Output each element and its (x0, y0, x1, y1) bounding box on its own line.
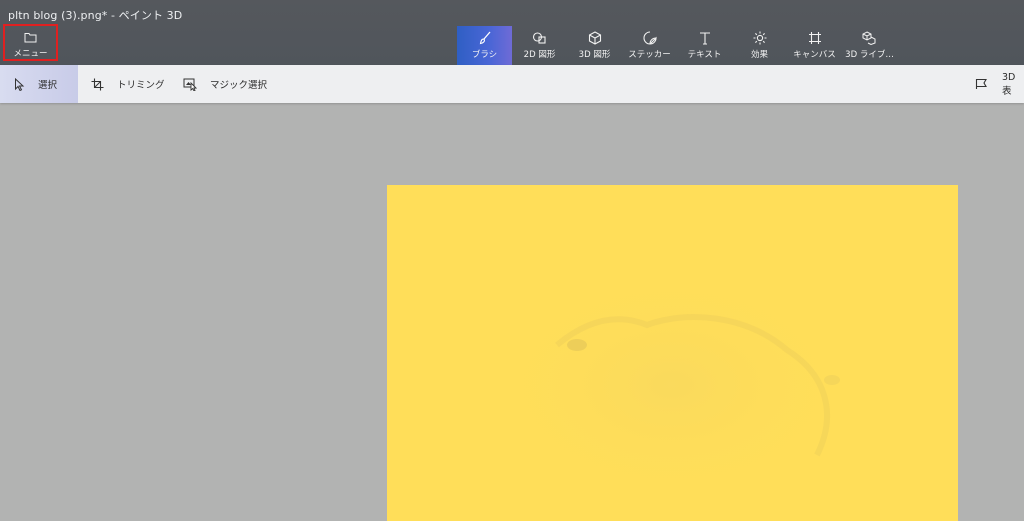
tool-text[interactable]: テキスト (677, 26, 732, 65)
title-bar: pltn blog (3).png* - ペイント 3D メニュー ブラシ 2D… (0, 0, 1024, 65)
magic-select-icon (183, 78, 197, 91)
magic-select-button[interactable]: マジック選択 (183, 65, 267, 103)
crop-icon (91, 78, 104, 91)
tool-stickers-label: ステッカー (628, 50, 671, 60)
canvas-faint-artwork (482, 265, 862, 505)
tool-2d-shapes[interactable]: 2D 図形 (512, 26, 567, 65)
tool-text-label: テキスト (687, 50, 722, 60)
select-button[interactable]: 選択 (0, 65, 78, 103)
magic-select-label: マジック選択 (210, 80, 268, 91)
sub-toolbar: 選択 トリミング マジック選択 3D 表 (0, 65, 1024, 103)
tool-effects[interactable]: 効果 (732, 26, 787, 65)
tool-brush-label: ブラシ (471, 50, 498, 60)
menu-label: メニュー (13, 49, 48, 59)
view-3d-button[interactable]: 3D 表 (975, 65, 1024, 103)
main-toolbar: ブラシ 2D 図形 3D 図形 ステッカー テキスト 効果 キャンバス 3D ラ… (457, 26, 897, 65)
tool-3d-shapes-label: 3D 図形 (578, 50, 611, 60)
tool-2d-shapes-label: 2D 図形 (523, 50, 556, 60)
brush-icon (478, 31, 492, 45)
text-icon (698, 31, 712, 45)
tool-3d-library-label: 3D ライブ… (845, 50, 894, 60)
tool-canvas-label: キャンバス (793, 50, 836, 60)
cursor-icon (14, 77, 25, 91)
folder-icon (24, 31, 37, 43)
cube-icon (588, 31, 602, 45)
menu-button[interactable]: メニュー (3, 24, 58, 61)
canvas-crop-icon (808, 31, 822, 45)
tool-brush[interactable]: ブラシ (457, 26, 512, 65)
tool-effects-label: 効果 (750, 50, 768, 60)
sticker-icon (642, 31, 657, 45)
tool-canvas[interactable]: キャンバス (787, 26, 842, 65)
sun-icon (753, 31, 767, 45)
select-label: 選択 (38, 80, 58, 91)
trim-button[interactable]: トリミング (91, 65, 165, 103)
library-3d-icon (862, 31, 877, 45)
tool-stickers[interactable]: ステッカー (622, 26, 677, 65)
drawing-canvas[interactable] (387, 185, 958, 521)
tool-3d-shapes[interactable]: 3D 図形 (567, 26, 622, 65)
tool-3d-library[interactable]: 3D ライブ… (842, 26, 897, 65)
trim-label: トリミング (117, 80, 165, 91)
window-title: pltn blog (3).png* - ペイント 3D (8, 9, 183, 22)
shapes-2d-icon (532, 31, 547, 45)
view-3d-label: 3D 表 (1002, 71, 1016, 97)
view-3d-icon (975, 78, 988, 90)
